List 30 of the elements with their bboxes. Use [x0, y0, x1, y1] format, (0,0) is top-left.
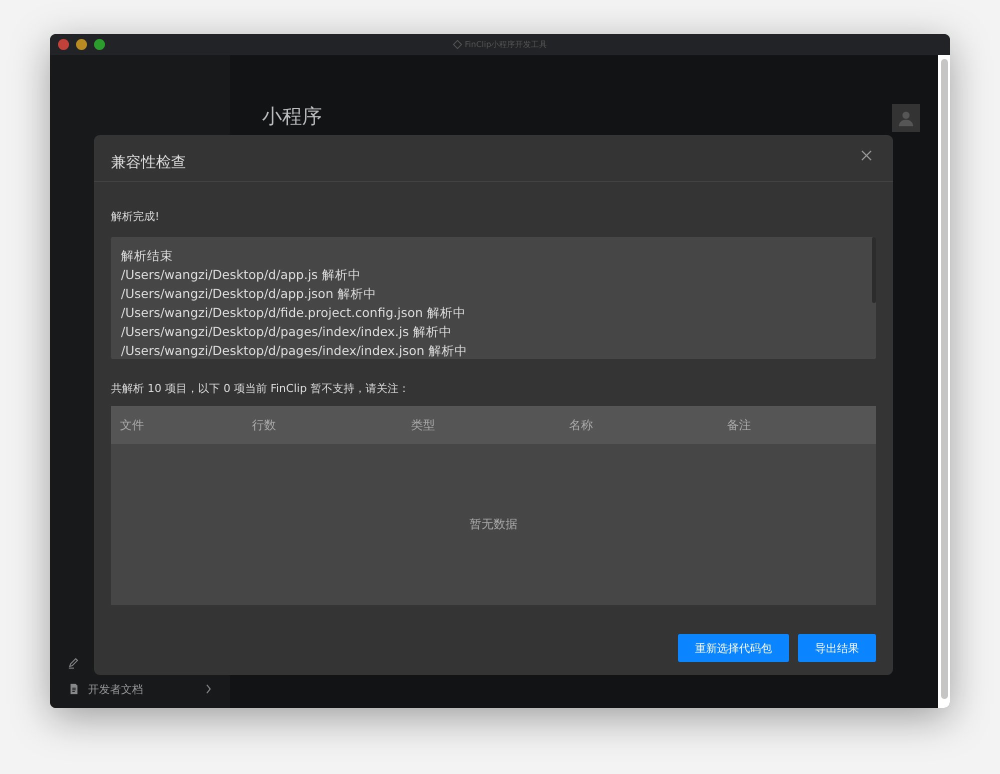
status-text: 解析完成!: [111, 209, 160, 223]
action-button[interactable]: 导出结果: [798, 634, 876, 662]
log-line: /Users/wangzi/Desktop/d/pages/index/index.js 解析中: [121, 323, 453, 341]
sidebar-item[interactable]: 开发者文档: [50, 676, 230, 702]
close-button[interactable]: [859, 148, 874, 163]
log-line: /Users/wangzi/Desktop/d/app.js 解析中: [121, 266, 362, 284]
diamond-logo-icon: [452, 40, 462, 49]
chevron-right-icon: [205, 684, 212, 694]
scrollbar[interactable]: [938, 55, 950, 708]
page-heading: 小程序: [262, 103, 322, 130]
log-line: /Users/wangzi/Desktop/d/fide.project.config.json 解析中: [121, 304, 467, 322]
dialog-title: 兼容性检查: [111, 152, 186, 172]
document-icon: [68, 683, 80, 695]
column-header: 行数: [252, 416, 277, 434]
summary-text: 共解析 10 项目，以下 0 项当前 FinClip 暂不支持，请关注：: [111, 381, 410, 395]
empty-text: 暂无数据: [470, 516, 518, 533]
log-line: /Users/wangzi/Desktop/d/app.json 解析中: [121, 285, 378, 303]
log-line: 解析结束: [121, 247, 174, 265]
user-icon: [897, 109, 915, 127]
log-line: /Users/wangzi/Desktop/d/pages/index/index.json 解析中: [121, 342, 468, 359]
action-button[interactable]: 重新选择代码包: [678, 634, 789, 662]
column-header: 名称: [569, 416, 594, 434]
column-header: 备注: [727, 416, 751, 434]
column-header: 文件: [120, 416, 145, 434]
zoom-window-button[interactable]: [94, 39, 105, 50]
close-window-button[interactable]: [58, 39, 69, 50]
minimize-window-button[interactable]: [76, 39, 87, 50]
avatar-button[interactable]: [892, 104, 920, 132]
pencil-icon: [68, 657, 80, 669]
column-header: 类型: [411, 416, 436, 434]
